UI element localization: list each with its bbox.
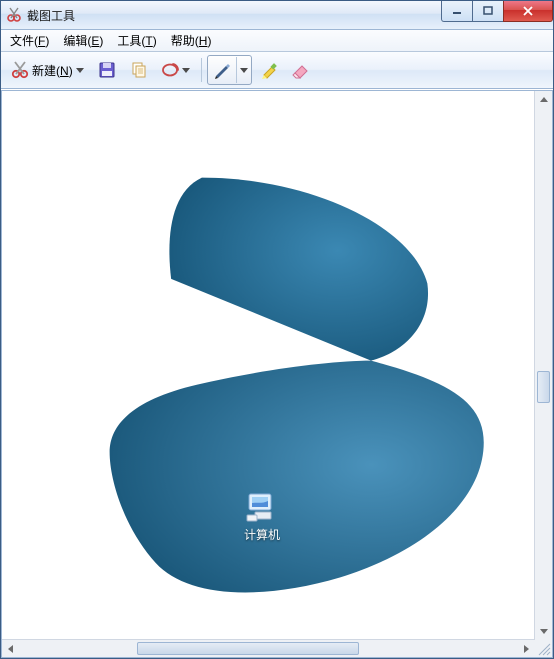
maximize-button[interactable] — [472, 1, 504, 22]
new-snip-button[interactable]: 新建(N) — [5, 55, 90, 85]
highlighter-button[interactable] — [254, 55, 284, 85]
horizontal-scrollbar[interactable] — [2, 639, 535, 657]
app-icon — [6, 7, 22, 23]
send-dropdown[interactable] — [181, 68, 191, 73]
snip-canvas[interactable]: 计算机 — [2, 91, 535, 640]
eraser-icon — [291, 60, 311, 80]
scissors-icon — [10, 60, 30, 80]
pen-button[interactable] — [207, 55, 252, 85]
toolbar: 新建(N) — [1, 52, 553, 89]
vertical-scroll-thumb[interactable] — [537, 371, 550, 403]
scroll-down-button[interactable] — [535, 623, 552, 640]
menu-edit[interactable]: 编辑(E) — [56, 30, 110, 51]
scroll-up-button[interactable] — [535, 91, 552, 108]
close-button[interactable] — [503, 1, 553, 22]
scroll-viewport: 计算机 — [1, 90, 553, 658]
client-area: 计算机 — [1, 89, 553, 658]
menu-tools[interactable]: 工具(T) — [110, 30, 163, 51]
horizontal-scroll-thumb[interactable] — [137, 642, 359, 655]
send-button[interactable] — [156, 55, 196, 85]
save-button[interactable] — [92, 55, 122, 85]
menu-help[interactable]: 帮助(H) — [164, 30, 219, 51]
highlighter-icon — [259, 60, 279, 80]
window-title: 截图工具 — [27, 7, 75, 24]
titlebar[interactable]: 截图工具 — [1, 1, 553, 30]
window-buttons — [442, 1, 553, 21]
snip-content: 计算机 — [2, 91, 535, 640]
resize-grip[interactable] — [535, 640, 552, 657]
snipping-tool-window: 截图工具 文件(F) 编辑(E) 工具(T) 帮助(H) — [0, 0, 554, 659]
copy-button[interactable] — [124, 55, 154, 85]
minimize-button[interactable] — [441, 1, 473, 22]
desktop-computer-icon: 计算机 — [232, 491, 292, 543]
scroll-left-button[interactable] — [2, 640, 19, 657]
pen-icon[interactable] — [208, 57, 237, 83]
scroll-right-button[interactable] — [518, 640, 535, 657]
vertical-scrollbar[interactable] — [534, 91, 552, 640]
eraser-button[interactable] — [286, 55, 316, 85]
menubar: 文件(F) 编辑(E) 工具(T) 帮助(H) — [1, 30, 553, 52]
copy-icon — [129, 60, 149, 80]
menu-file[interactable]: 文件(F) — [3, 30, 56, 51]
desktop-icon-label: 计算机 — [232, 526, 292, 543]
new-snip-label: 新建(N) — [32, 62, 73, 79]
save-icon — [97, 60, 117, 80]
new-snip-dropdown[interactable] — [75, 68, 85, 73]
toolbar-separator — [201, 58, 202, 82]
pen-dropdown[interactable] — [237, 57, 251, 83]
mail-icon — [161, 60, 181, 80]
